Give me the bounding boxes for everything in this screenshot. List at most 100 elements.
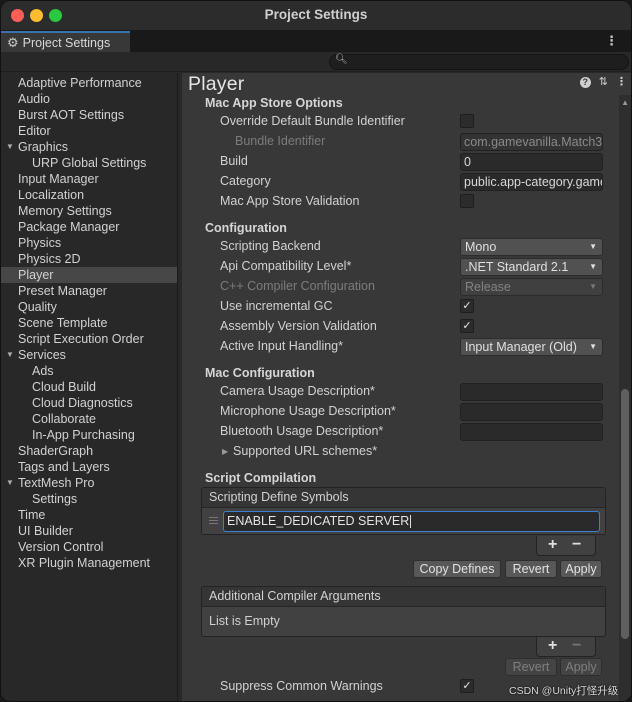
sidebar-item-editor[interactable]: Editor: [1, 123, 177, 139]
category-field[interactable]: public.app-category.games: [460, 173, 603, 191]
tab-menu-icon[interactable]: ⋮: [605, 33, 618, 49]
sidebar-item-physics-2d[interactable]: Physics 2D: [1, 251, 177, 267]
expand-arrow-icon[interactable]: ▼: [6, 139, 14, 155]
bluetooth-usage-label: Bluetooth Usage Description*: [220, 424, 384, 438]
sidebar-item-label: Settings: [32, 492, 78, 506]
search-input[interactable]: 🔍︎: [329, 54, 629, 70]
define-symbol-value: ENABLE_DEDICATED SERVER: [227, 514, 410, 528]
sidebar-item-input-manager[interactable]: Input Manager: [1, 171, 177, 187]
scroll-up-icon[interactable]: ▲: [621, 98, 629, 107]
camera-usage-label: Camera Usage Description*: [220, 384, 375, 398]
bundle-id-field[interactable]: com.gamevanilla.Match3: [460, 133, 603, 151]
sidebar-item-label: Cloud Build: [32, 380, 96, 394]
compiler-args-header: Additional Compiler Arguments: [202, 587, 605, 607]
apply-defines-button[interactable]: Apply: [560, 560, 602, 578]
sidebar-item-label: Memory Settings: [18, 204, 112, 218]
cpp-compiler-config-dropdown: Release ▼: [460, 278, 603, 296]
bluetooth-usage-field[interactable]: [460, 423, 603, 441]
sidebar-item-label: Services: [18, 348, 66, 362]
sidebar-item-graphics[interactable]: ▼ Graphics: [1, 139, 177, 155]
sidebar-item-label: Quality: [18, 300, 57, 314]
section-script-compilation: Script Compilation: [205, 471, 317, 485]
empty-list-row: List is Empty: [202, 607, 605, 636]
sidebar-item-audio[interactable]: Audio: [1, 91, 177, 107]
scripting-backend-dropdown[interactable]: Mono ▼: [460, 238, 603, 256]
scrollbar-thumb[interactable]: [621, 389, 629, 639]
expand-arrow-icon[interactable]: ▼: [6, 475, 14, 491]
sidebar-item-version-control[interactable]: Version Control: [1, 539, 177, 555]
sidebar-item-collaborate[interactable]: Collaborate: [1, 411, 177, 427]
sidebar-item-player[interactable]: Player: [1, 267, 177, 283]
suppress-warnings-label: Suppress Common Warnings: [220, 679, 383, 693]
sidebar-item-script-execution-order[interactable]: Script Execution Order: [1, 331, 177, 347]
sidebar-item-xr-plugin-management[interactable]: XR Plugin Management: [1, 555, 177, 571]
sidebar-item-quality[interactable]: Quality: [1, 299, 177, 315]
tab-project-settings[interactable]: ⚙ Project Settings: [1, 31, 130, 52]
assembly-validation-checkbox[interactable]: ✓: [460, 319, 474, 333]
sidebar-item-urp-global-settings[interactable]: URP Global Settings: [1, 155, 177, 171]
panel-header: Player ? ⇅ ⋮: [182, 73, 631, 95]
title-bar: Project Settings: [1, 1, 631, 31]
mac-app-store-validation-checkbox[interactable]: [460, 194, 474, 208]
override-bundle-id-checkbox[interactable]: [460, 114, 474, 128]
category-label: Category: [220, 174, 271, 188]
define-symbol-input[interactable]: ENABLE_DEDICATED SERVER: [223, 511, 600, 532]
sidebar-item-adaptive-performance[interactable]: Adaptive Performance: [1, 75, 177, 91]
sidebar-item-burst-aot-settings[interactable]: Burst AOT Settings: [1, 107, 177, 123]
scripting-backend-value: Mono: [465, 240, 497, 254]
presets-icon[interactable]: ⇅: [599, 77, 608, 88]
section-configuration: Configuration: [205, 221, 287, 235]
active-input-handling-dropdown[interactable]: Input Manager (Old) ▼: [460, 338, 603, 356]
help-icon[interactable]: ?: [579, 77, 591, 88]
add-argument-button[interactable]: +: [548, 637, 557, 655]
sidebar-item-ui-builder[interactable]: UI Builder: [1, 523, 177, 539]
sidebar-item-services[interactable]: ▼ Services: [1, 347, 177, 363]
suppress-warnings-checkbox[interactable]: ✓: [460, 679, 474, 693]
sidebar-item-time[interactable]: Time: [1, 507, 177, 523]
vertical-scrollbar[interactable]: [619, 95, 631, 701]
sidebar-item-in-app-purchasing[interactable]: In-App Purchasing: [1, 427, 177, 443]
sidebar-item-package-manager[interactable]: Package Manager: [1, 219, 177, 235]
sidebar-item-settings[interactable]: Settings: [1, 491, 177, 507]
expand-arrow-icon[interactable]: ▼: [6, 347, 14, 363]
add-define-button[interactable]: +: [548, 536, 557, 554]
defines-list-footer: + −: [536, 536, 596, 556]
remove-define-button[interactable]: −: [572, 536, 581, 554]
supported-url-schemes-foldout[interactable]: Supported URL schemes*: [233, 444, 377, 458]
compiler-args-list-footer: + −: [536, 637, 596, 657]
sidebar-item-label: TextMesh Pro: [18, 476, 95, 490]
list-empty-text: List is Empty: [209, 614, 280, 628]
sidebar-item-preset-manager[interactable]: Preset Manager: [1, 283, 177, 299]
foldout-arrow-icon[interactable]: ▶: [222, 447, 228, 456]
sidebar-item-cloud-diagnostics[interactable]: Cloud Diagnostics: [1, 395, 177, 411]
incremental-gc-checkbox[interactable]: ✓: [460, 299, 474, 313]
watermark: CSDN @Unity打怪升级: [509, 685, 619, 697]
player-settings-content: Mac App Store Options Override Default B…: [182, 95, 619, 701]
revert-defines-button[interactable]: Revert: [505, 560, 557, 578]
sidebar-item-textmesh-pro[interactable]: ▼ TextMesh Pro: [1, 475, 177, 491]
list-item[interactable]: ENABLE_DEDICATED SERVER: [202, 508, 605, 534]
sidebar-item-label: Physics 2D: [18, 252, 81, 266]
sidebar-item-localization[interactable]: Localization: [1, 187, 177, 203]
microphone-usage-label: Microphone Usage Description*: [220, 404, 396, 418]
sidebar-item-label: Ads: [32, 364, 54, 378]
sidebar-item-shadergraph[interactable]: ShaderGraph: [1, 443, 177, 459]
sidebar-item-memory-settings[interactable]: Memory Settings: [1, 203, 177, 219]
active-input-handling-label: Active Input Handling*: [220, 339, 343, 353]
sidebar-item-cloud-build[interactable]: Cloud Build: [1, 379, 177, 395]
sidebar-item-ads[interactable]: Ads: [1, 363, 177, 379]
sidebar-item-scene-template[interactable]: Scene Template: [1, 315, 177, 331]
section-mac-app-store: Mac App Store Options: [205, 96, 343, 110]
camera-usage-field[interactable]: [460, 383, 603, 401]
drag-handle-icon[interactable]: [209, 517, 218, 524]
window-title: Project Settings: [264, 7, 368, 22]
context-menu-icon[interactable]: ⋮: [616, 77, 627, 88]
microphone-usage-field[interactable]: [460, 403, 603, 421]
sidebar-item-label: Graphics: [18, 140, 69, 154]
api-compatibility-dropdown[interactable]: .NET Standard 2.1 ▼: [460, 258, 603, 276]
copy-defines-button[interactable]: Copy Defines: [413, 560, 501, 578]
build-field[interactable]: 0: [460, 153, 603, 171]
sidebar-item-tags-and-layers[interactable]: Tags and Layers: [1, 459, 177, 475]
sidebar-item-label: UI Builder: [18, 524, 73, 538]
sidebar-item-physics[interactable]: Physics: [1, 235, 177, 251]
